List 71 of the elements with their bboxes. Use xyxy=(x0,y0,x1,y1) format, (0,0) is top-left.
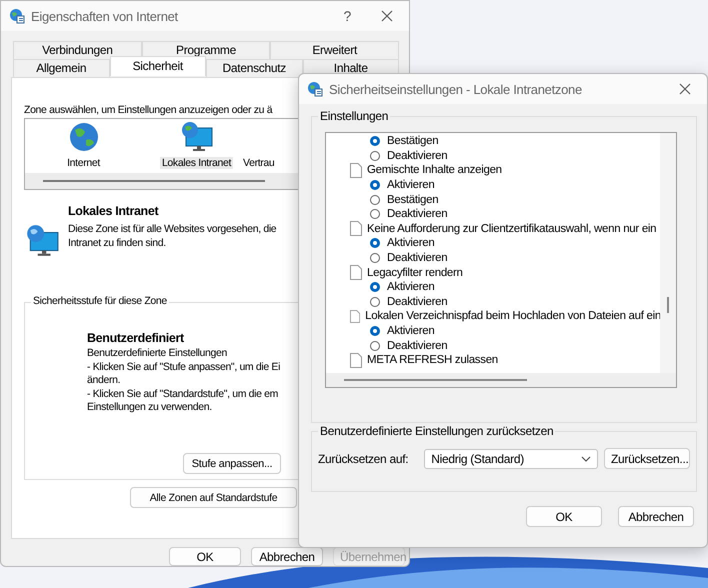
close-icon[interactable] xyxy=(381,10,393,22)
radio-button[interactable] xyxy=(370,209,380,220)
level-description: Benutzerdefinierte Einstellungen - Klicken Sie auf "Stufe anpassen", um die Ei ändern. - Klicken Sie auf "Standardstufe", um die em Einstellungen zu verwenden. xyxy=(87,347,280,414)
tab[interactable]: Programme xyxy=(142,41,270,59)
document-icon xyxy=(350,221,362,236)
document-icon xyxy=(350,352,362,368)
scrollbar-thumb[interactable] xyxy=(43,180,265,182)
close-icon[interactable] xyxy=(679,83,691,95)
scrollbar-thumb[interactable] xyxy=(667,297,669,313)
group-legend: Benutzerdefinierte Einstellungen zurücksetzen xyxy=(318,424,556,438)
radio-button[interactable] xyxy=(370,194,380,205)
setting-category: Keine Aufforderung zur Clientzertifikatauswahl, wenn nur ein xyxy=(367,222,656,235)
tab[interactable]: Datenschutz xyxy=(206,59,302,77)
radio-button[interactable] xyxy=(370,253,380,264)
reset-all-zones-button[interactable]: Alle Zonen auf Standardstufe xyxy=(130,487,297,508)
zone-title: Lokales Intranet xyxy=(68,204,158,218)
radio-label[interactable]: Aktivieren xyxy=(387,325,434,338)
globe-settings-icon xyxy=(9,8,25,24)
radio-button[interactable] xyxy=(370,296,380,307)
dialog-button[interactable]: OK xyxy=(526,506,602,527)
radio-button[interactable] xyxy=(370,326,380,336)
globe-settings-icon xyxy=(307,81,323,97)
globe-icon[interactable] xyxy=(68,121,100,153)
radio-button[interactable] xyxy=(370,150,380,161)
zone-item[interactable]: Vertrau xyxy=(241,157,276,169)
tab[interactable]: Erweitert xyxy=(270,41,400,59)
reset-button[interactable]: Zurücksetzen... xyxy=(604,448,690,469)
document-icon xyxy=(350,162,362,178)
monitor-globe-icon[interactable] xyxy=(180,121,214,153)
document-icon xyxy=(350,265,362,280)
reset-level-dropdown[interactable]: Niedrig (Standard) xyxy=(424,448,598,468)
group-legend: Einstellungen xyxy=(318,109,390,123)
radio-button[interactable] xyxy=(370,136,380,146)
zone-item[interactable]: Lokales Intranet xyxy=(160,157,234,169)
window-title: Eigenschaften von Internet xyxy=(31,8,179,24)
radio-label[interactable]: Aktivieren xyxy=(387,281,434,294)
setting-category: Gemischte Inhalte anzeigen xyxy=(367,164,502,176)
scrollbar-thumb[interactable] xyxy=(344,379,527,381)
zone-item[interactable]: Internet xyxy=(65,157,102,169)
zone-description: Diese Zone ist für alle Websites vorgesehen, die Intranet zu finden sind. xyxy=(68,222,276,250)
reset-label: Zurücksetzen auf: xyxy=(318,452,408,466)
radio-label[interactable]: Deaktivieren xyxy=(387,340,448,352)
zone-prompt: Zone auswählen, um Einstellungen anzuzeigen oder zu ä xyxy=(24,104,272,116)
radio-label[interactable]: Aktivieren xyxy=(387,179,434,192)
dialog-button[interactable]: OK xyxy=(169,547,241,566)
dialog-button[interactable]: Abbrechen xyxy=(618,506,694,527)
window-title: Sicherheitseinstellungen - Lokale Intranetzone xyxy=(329,82,583,96)
setting-category: META REFRESH zulassen xyxy=(367,354,498,366)
custom-level-button[interactable]: Stufe anpassen... xyxy=(183,453,281,474)
radio-label[interactable]: Deaktivieren xyxy=(387,208,448,220)
radio-label[interactable]: Deaktivieren xyxy=(387,150,448,162)
tab[interactable]: Allgemein xyxy=(13,59,110,77)
radio-label[interactable]: Bestätigen xyxy=(387,135,438,148)
radio-label[interactable]: Deaktivieren xyxy=(387,252,448,264)
setting-category: Legacyfilter rendern xyxy=(367,266,463,279)
radio-label[interactable]: Aktivieren xyxy=(387,237,434,250)
document-icon xyxy=(350,308,360,324)
radio-button[interactable] xyxy=(370,282,380,292)
radio-label[interactable]: Bestätigen xyxy=(387,194,438,206)
radio-label[interactable]: Deaktivieren xyxy=(387,296,448,308)
radio-button[interactable] xyxy=(370,340,380,351)
monitor-globe-icon xyxy=(24,224,60,258)
tab[interactable]: Sicherheit xyxy=(110,56,206,76)
tab[interactable]: Verbindungen xyxy=(13,41,142,59)
radio-button[interactable] xyxy=(370,180,380,190)
dialog-button[interactable]: Abbrechen xyxy=(251,547,323,566)
group-legend: Sicherheitsstufe für diese Zone xyxy=(31,295,169,307)
help-button[interactable]: ? xyxy=(344,8,351,24)
level-title: Benutzerdefiniert xyxy=(87,331,184,345)
chevron-down-icon xyxy=(581,456,591,462)
radio-button[interactable] xyxy=(370,238,380,248)
